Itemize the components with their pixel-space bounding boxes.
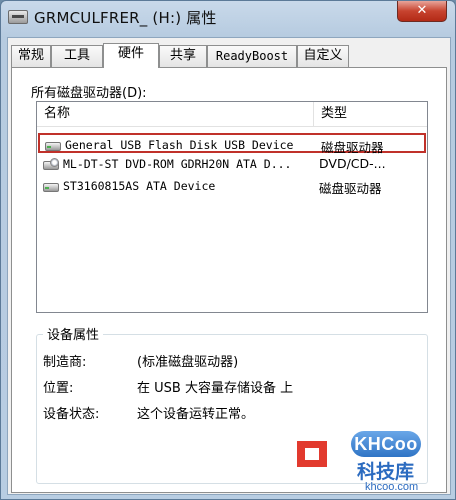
tab-customize[interactable]: 自定义 bbox=[297, 45, 349, 67]
watermark-name: 科技库 bbox=[357, 461, 415, 483]
properties-window: GRMCULFRER_ (H:) 属性 ✕ 常规 工具 硬件 共享 ReadyB… bbox=[0, 0, 456, 500]
tab-sharing[interactable]: 共享 bbox=[159, 45, 207, 67]
device-name: ST3160815AS ATA Device bbox=[63, 179, 216, 193]
location-value: 在 USB 大容量存储设备 上 bbox=[137, 381, 294, 396]
device-name: ML-DT-ST DVD-ROM GDRH20N ATA D... bbox=[63, 157, 292, 171]
tab-hardware[interactable]: 硬件 bbox=[103, 43, 159, 68]
location-label: 位置: bbox=[43, 381, 74, 396]
manufacturer-label: 制造商: bbox=[43, 355, 87, 370]
device-name: General USB Flash Disk USB Device bbox=[65, 138, 294, 152]
device-type: 磁盘驱动器 bbox=[319, 181, 382, 196]
column-header-type[interactable]: 类型 bbox=[314, 102, 427, 126]
usb-drive-icon bbox=[45, 139, 61, 151]
hard-disk-icon bbox=[43, 180, 59, 192]
watermark: KHCoo 科技库 khcoo.com bbox=[343, 431, 447, 495]
manufacturer-value: (标准磁盘驱动器) bbox=[137, 355, 239, 370]
device-status-label: 设备状态: bbox=[43, 407, 100, 422]
list-item[interactable]: General USB Flash Disk USB Device 磁盘驱动器 bbox=[38, 133, 426, 155]
disk-drives-label: 所有磁盘驱动器(D): bbox=[31, 86, 147, 101]
watermark-logo: KHCoo bbox=[351, 431, 421, 457]
list-item[interactable]: ST3160815AS ATA Device 磁盘驱动器 bbox=[38, 176, 426, 196]
red-badge-icon bbox=[297, 441, 327, 467]
list-header: 名称 类型 bbox=[37, 102, 427, 127]
tab-general[interactable]: 常规 bbox=[11, 45, 51, 67]
title-bar[interactable]: GRMCULFRER_ (H:) 属性 bbox=[1, 1, 456, 37]
close-button[interactable]: ✕ bbox=[397, 1, 447, 22]
device-properties-title: 设备属性 bbox=[43, 324, 104, 343]
window-title: GRMCULFRER_ (H:) 属性 bbox=[34, 9, 217, 27]
watermark-url: khcoo.com bbox=[365, 481, 419, 493]
tab-readyboost[interactable]: ReadyBoost bbox=[207, 45, 297, 67]
list-item[interactable]: ML-DT-ST DVD-ROM GDRH20N ATA D... DVD/CD… bbox=[38, 154, 426, 174]
dvd-drive-icon bbox=[43, 158, 59, 170]
disk-drives-list[interactable]: 名称 类型 General USB Flash Disk USB Device … bbox=[36, 101, 428, 313]
device-type: DVD/CD-... bbox=[319, 156, 386, 171]
column-header-name[interactable]: 名称 bbox=[37, 102, 314, 126]
drive-icon bbox=[8, 10, 28, 24]
tab-tools[interactable]: 工具 bbox=[51, 45, 103, 67]
device-status-value: 这个设备运转正常。 bbox=[137, 407, 255, 422]
